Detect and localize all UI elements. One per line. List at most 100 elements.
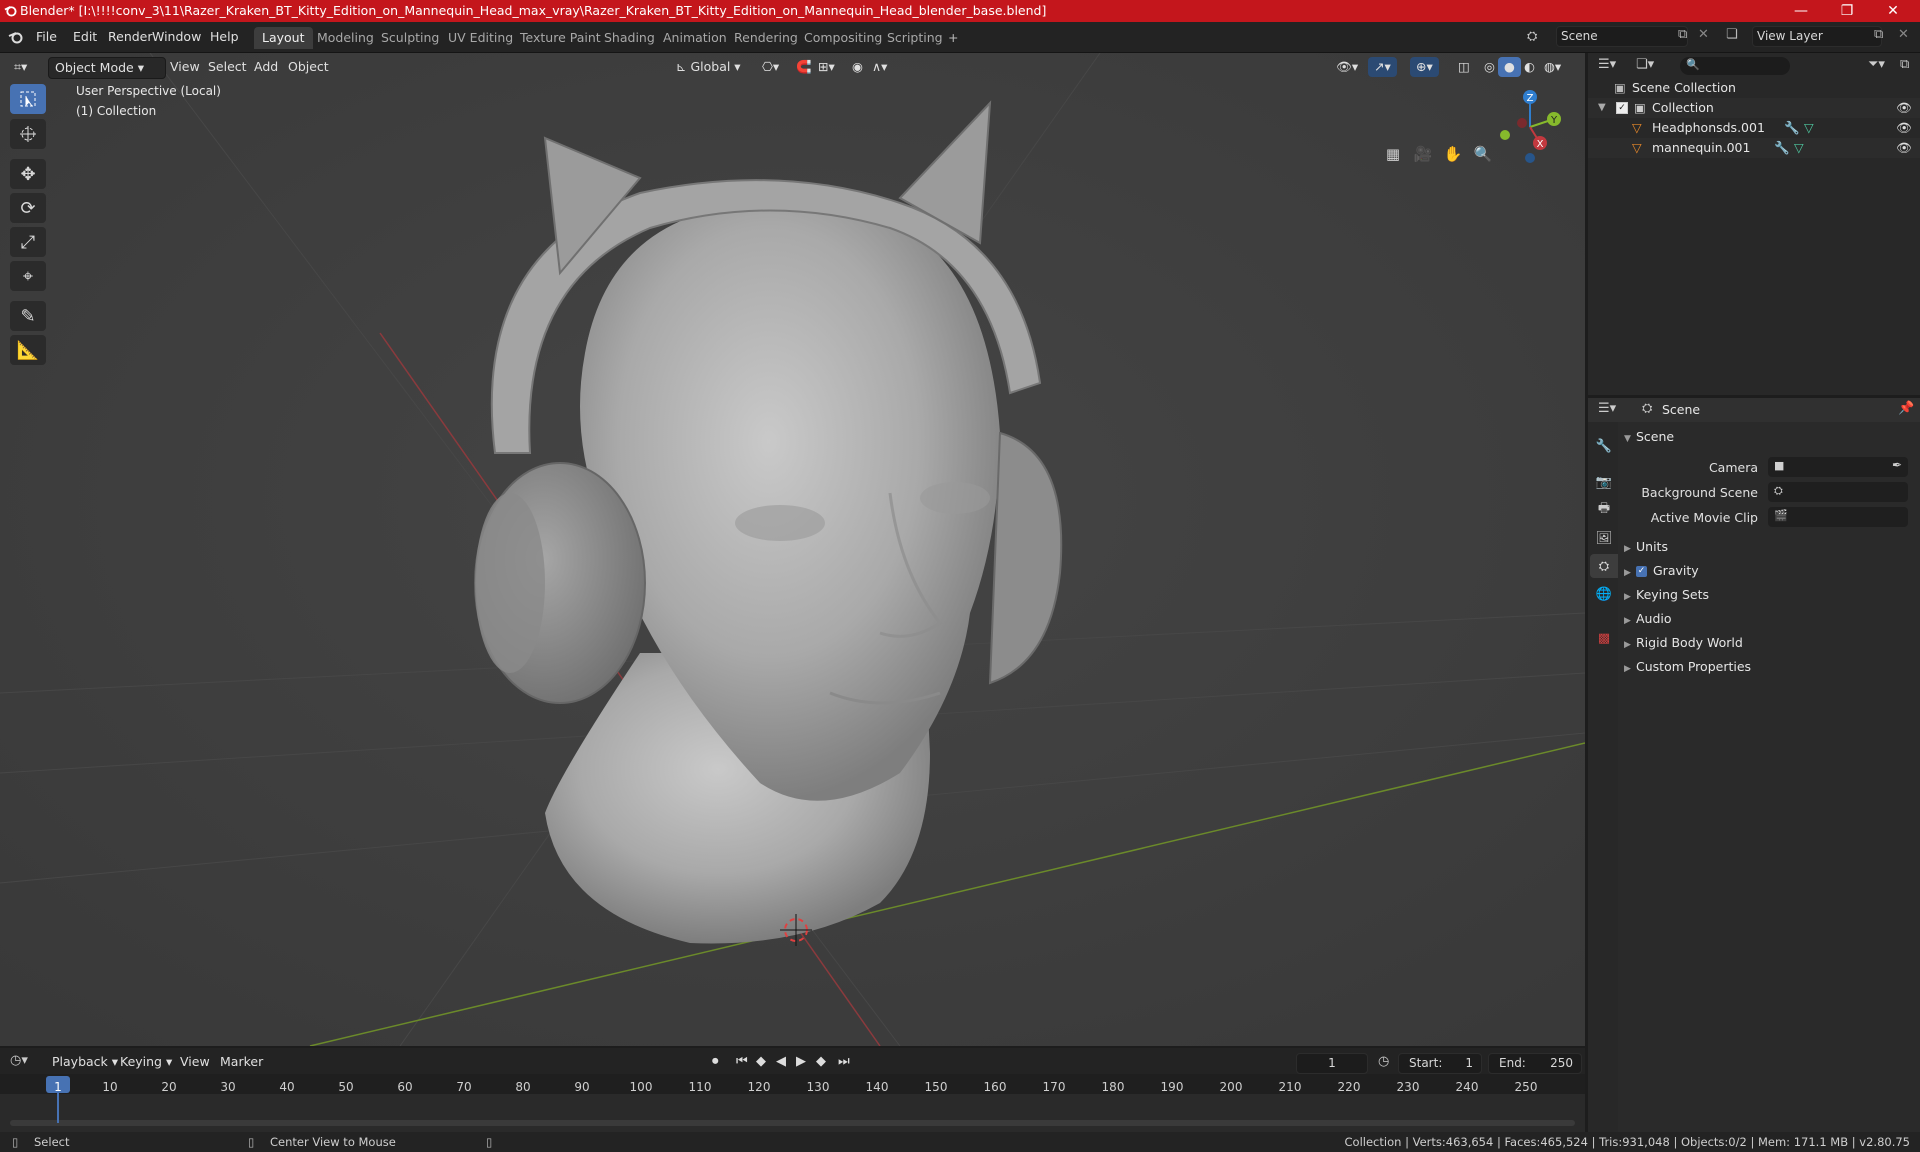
pin-icon[interactable]: 📌 bbox=[1898, 401, 1914, 416]
delete-scene-icon[interactable]: ✕ bbox=[1698, 27, 1709, 42]
tab-compositing[interactable]: Compositing bbox=[796, 27, 890, 49]
tab-layout[interactable]: Layout bbox=[254, 27, 313, 49]
view-layer-tab-icon[interactable]: 🖼 bbox=[1590, 526, 1618, 550]
modifier-icon[interactable]: 🔧 bbox=[1774, 138, 1790, 158]
add-workspace-button[interactable]: + bbox=[940, 27, 966, 49]
headphones-visibility-icon[interactable]: 👁 bbox=[1896, 118, 1912, 138]
menu-edit[interactable]: Edit bbox=[67, 27, 103, 47]
world-tab-icon[interactable]: 🌐 bbox=[1590, 582, 1618, 606]
orientation-gizmo[interactable]: Z Y X bbox=[1488, 83, 1568, 173]
play-icon[interactable]: ▶ bbox=[796, 1054, 806, 1069]
visibility-icon[interactable]: 👁▾ bbox=[1330, 57, 1364, 77]
collapse-arrow-icon[interactable]: ▼ bbox=[1598, 98, 1606, 118]
tab-sculpting[interactable]: Sculpting bbox=[373, 27, 447, 49]
toggle-grid-view-icon[interactable]: ▦ bbox=[1380, 141, 1406, 167]
rigid-body-world-panel-header[interactable]: ▶ Rigid Body World bbox=[1624, 633, 1743, 653]
tab-uv-editing[interactable]: UV Editing bbox=[440, 27, 521, 49]
pan-view-icon[interactable]: ✋ bbox=[1440, 141, 1466, 167]
rendered-shading-icon[interactable]: ◍▾ bbox=[1538, 57, 1567, 77]
pivot-point-icon[interactable]: ⎔▾ bbox=[756, 57, 785, 77]
scene-tab-icon[interactable]: ⛭ bbox=[1590, 554, 1618, 578]
units-panel-header[interactable]: ▶ Units bbox=[1624, 537, 1668, 557]
tab-animation[interactable]: Animation bbox=[655, 27, 735, 49]
cursor-tool[interactable] bbox=[10, 119, 46, 149]
menu-add[interactable]: Add bbox=[248, 57, 284, 77]
transform-tool[interactable]: ⌖ bbox=[10, 261, 46, 291]
current-frame-field[interactable]: 1 bbox=[1296, 1053, 1368, 1074]
measure-tool[interactable]: 📐 bbox=[10, 335, 46, 365]
background-scene-field[interactable]: ⛭ bbox=[1768, 482, 1908, 502]
properties-editor-type-icon[interactable]: ☰▾ bbox=[1598, 401, 1616, 416]
view-layer-selector[interactable]: View Layer bbox=[1752, 26, 1882, 47]
start-frame-field[interactable]: Start: 1 bbox=[1398, 1053, 1482, 1074]
new-collection-icon[interactable]: ⧉ bbox=[1900, 57, 1909, 72]
outliner-editor-type-icon[interactable]: ☰▾ bbox=[1598, 57, 1616, 72]
new-view-layer-icon[interactable]: ⧉ bbox=[1874, 27, 1883, 42]
select-box-tool[interactable] bbox=[10, 84, 46, 114]
collection-checkbox[interactable]: ✓ bbox=[1616, 102, 1628, 114]
menu-help[interactable]: Help bbox=[204, 27, 245, 47]
end-frame-field[interactable]: End: 250 bbox=[1488, 1053, 1582, 1074]
outliner-row-headphones[interactable]: ▽ Headphonsds.001 🔧 ▽ 👁 bbox=[1588, 118, 1920, 138]
filter-icon[interactable]: ⏷▾ bbox=[1868, 57, 1885, 72]
play-reverse-icon[interactable]: ◀ bbox=[776, 1054, 786, 1069]
outliner-row-scene-collection[interactable]: ▣ Scene Collection bbox=[1588, 78, 1920, 98]
record-icon[interactable]: ⏺ bbox=[712, 1054, 719, 1069]
jump-start-icon[interactable]: ⏮ bbox=[736, 1054, 748, 1069]
camera-field[interactable]: ■ ✒ bbox=[1768, 457, 1908, 477]
restore-button[interactable]: ❐ bbox=[1824, 0, 1870, 22]
close-button[interactable]: ✕ bbox=[1870, 0, 1916, 22]
menu-select[interactable]: Select bbox=[202, 57, 253, 77]
mesh-data-icon[interactable]: ▽ bbox=[1804, 118, 1814, 138]
custom-properties-panel-header[interactable]: ▶ Custom Properties bbox=[1624, 657, 1751, 677]
gravity-panel-header[interactable]: ▶ ✓ Gravity bbox=[1624, 561, 1699, 581]
menu-file[interactable]: File bbox=[30, 27, 63, 47]
delete-view-layer-icon[interactable]: ✕ bbox=[1898, 27, 1909, 42]
menu-marker[interactable]: Marker bbox=[214, 1052, 269, 1072]
output-tab-icon[interactable]: 🖶 bbox=[1590, 498, 1618, 522]
render-tab-icon[interactable]: 📷 bbox=[1590, 470, 1618, 494]
collection-visibility-icon[interactable]: 👁 bbox=[1896, 98, 1912, 118]
object-mode-dropdown[interactable]: Object Mode ▾ bbox=[48, 57, 166, 79]
outliner-row-mannequin[interactable]: ▽ mannequin.001 🔧 ▽ 👁 bbox=[1588, 138, 1920, 158]
editor-type-icon[interactable]: ⌗▾ bbox=[8, 57, 33, 77]
tool-tab-icon[interactable]: 🔧 bbox=[1590, 434, 1618, 458]
timeline-track-area[interactable] bbox=[0, 1094, 1585, 1132]
jump-keyframe-back-icon[interactable]: ◆ bbox=[756, 1054, 766, 1069]
use-preview-range-icon[interactable]: ◷ bbox=[1378, 1054, 1389, 1069]
overlay-toggle-icon[interactable]: ⊕▾ bbox=[1410, 57, 1439, 77]
menu-view[interactable]: View bbox=[164, 57, 206, 77]
timeline-scrollbar[interactable] bbox=[10, 1120, 1575, 1126]
snap-target-icon[interactable]: ⊞▾ bbox=[812, 57, 841, 77]
menu-timeline-view[interactable]: View bbox=[174, 1052, 216, 1072]
menu-keying[interactable]: Keying ▾ bbox=[114, 1052, 178, 1072]
outliner-search-input[interactable]: 🔍 bbox=[1680, 57, 1790, 75]
menu-playback[interactable]: Playback ▾ bbox=[46, 1052, 124, 1072]
rotate-tool[interactable]: ⟳ bbox=[10, 193, 46, 223]
tab-shading[interactable]: Shading bbox=[596, 27, 663, 49]
scene-panel-header[interactable]: ▼ Scene bbox=[1624, 427, 1674, 447]
mannequin-visibility-icon[interactable]: 👁 bbox=[1896, 138, 1912, 158]
scale-tool[interactable]: ⤢ bbox=[10, 227, 46, 257]
menu-object[interactable]: Object bbox=[282, 57, 335, 77]
timeline-editor-type-icon[interactable]: ◷▾ bbox=[10, 1053, 28, 1068]
gravity-checkbox[interactable]: ✓ bbox=[1636, 566, 1647, 577]
blender-menu-icon[interactable] bbox=[8, 29, 24, 45]
move-tool[interactable]: ✥ bbox=[10, 159, 46, 189]
camera-view-icon[interactable]: 🎥 bbox=[1410, 141, 1436, 167]
orientation-dropdown[interactable]: ⊾ Global ▾ bbox=[670, 57, 747, 77]
tab-modeling[interactable]: Modeling bbox=[309, 27, 382, 49]
new-scene-icon[interactable]: ⧉ bbox=[1678, 27, 1687, 42]
minimize-button[interactable]: — bbox=[1778, 0, 1824, 22]
modifier-icon[interactable]: 🔧 bbox=[1784, 118, 1800, 138]
falloff-icon[interactable]: ∧▾ bbox=[866, 57, 893, 77]
tab-rendering[interactable]: Rendering bbox=[726, 27, 806, 49]
jump-keyframe-forward-icon[interactable]: ◆ bbox=[816, 1054, 826, 1069]
3d-viewport[interactable]: User Perspective (Local) (1) Collection … bbox=[0, 53, 1585, 1046]
display-mode-icon[interactable]: ❏▾ bbox=[1636, 57, 1654, 72]
annotate-tool[interactable]: ✎ bbox=[10, 301, 46, 331]
texture-tab-icon[interactable]: ▩ bbox=[1590, 626, 1618, 650]
jump-end-icon[interactable]: ⏭ bbox=[838, 1054, 850, 1069]
menu-window[interactable]: Window bbox=[146, 27, 207, 47]
keying-sets-panel-header[interactable]: ▶ Keying Sets bbox=[1624, 585, 1709, 605]
